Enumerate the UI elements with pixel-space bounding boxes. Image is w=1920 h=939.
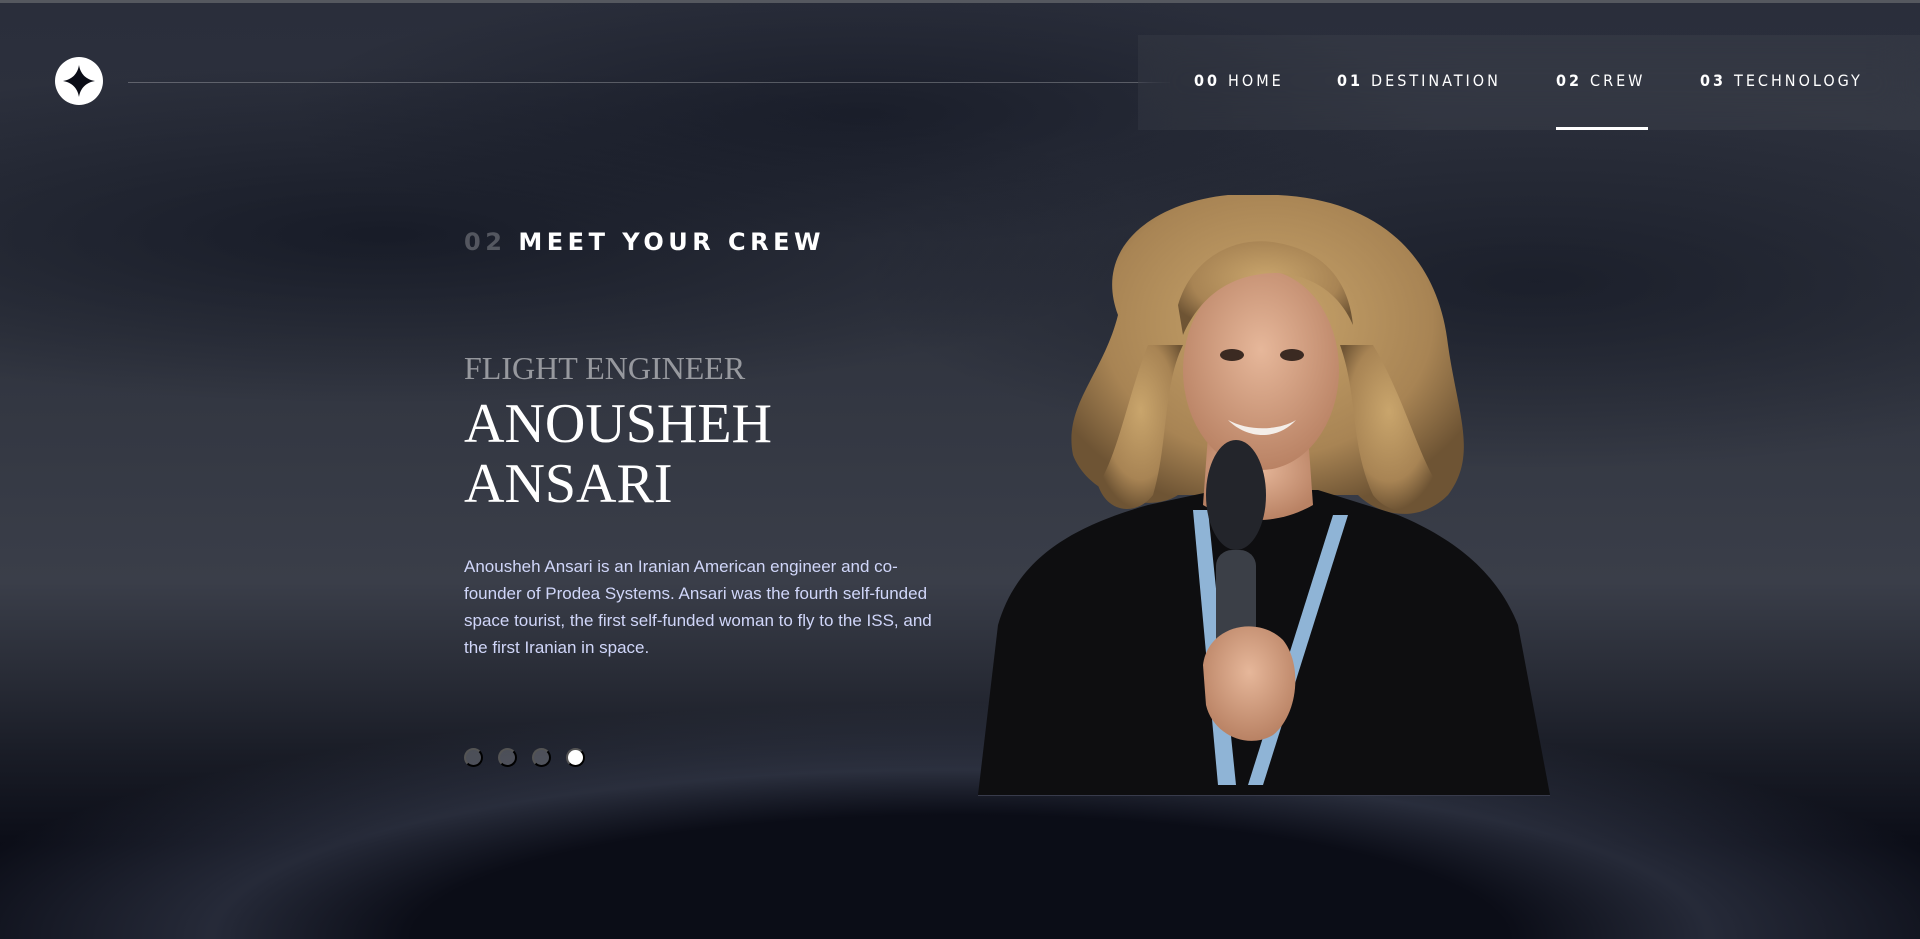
nav-item-home[interactable]: 00 HOME — [1194, 35, 1284, 130]
nav-label: CREW — [1590, 71, 1646, 90]
crew-portrait-image — [978, 195, 1550, 795]
page-heading-number: 02 — [464, 228, 507, 256]
portrait-base-line — [978, 795, 1550, 796]
page-heading-text: MEET YOUR CREW — [518, 228, 826, 256]
primary-navigation: 00 HOME 01 DESTINATION 02 CREW 03 TECHNOLOGY — [1138, 35, 1920, 130]
slide-dot-2[interactable] — [498, 748, 517, 767]
nav-number: 02 — [1556, 71, 1583, 90]
nav-item-crew[interactable]: 02 CREW — [1556, 35, 1649, 130]
crew-name: Anousheh Ansari — [464, 393, 772, 515]
page-heading: 02 MEET YOUR CREW — [464, 228, 825, 256]
nav-number: 01 — [1337, 71, 1364, 90]
nav-item-technology[interactable]: 03 TECHNOLOGY — [1700, 35, 1863, 130]
nav-number: 03 — [1700, 71, 1727, 90]
nav-label: HOME — [1228, 71, 1284, 90]
nav-number: 00 — [1194, 71, 1221, 90]
slide-dot-4[interactable] — [566, 748, 585, 767]
header-divider — [128, 82, 1170, 83]
slide-dot-1[interactable] — [464, 748, 483, 767]
four-point-star-icon — [63, 65, 95, 97]
nav-label: DESTINATION — [1371, 71, 1501, 90]
nav-label: TECHNOLOGY — [1734, 71, 1863, 90]
slide-pagination — [464, 748, 585, 767]
nav-item-destination[interactable]: 01 DESTINATION — [1337, 35, 1501, 130]
top-border — [0, 0, 1920, 3]
crew-role: Flight Engineer — [464, 350, 746, 386]
background-image — [0, 0, 1920, 939]
slide-dot-3[interactable] — [532, 748, 551, 767]
crew-bio: Anousheh Ansari is an Iranian American e… — [464, 557, 932, 657]
logo-home-link[interactable] — [55, 57, 103, 105]
